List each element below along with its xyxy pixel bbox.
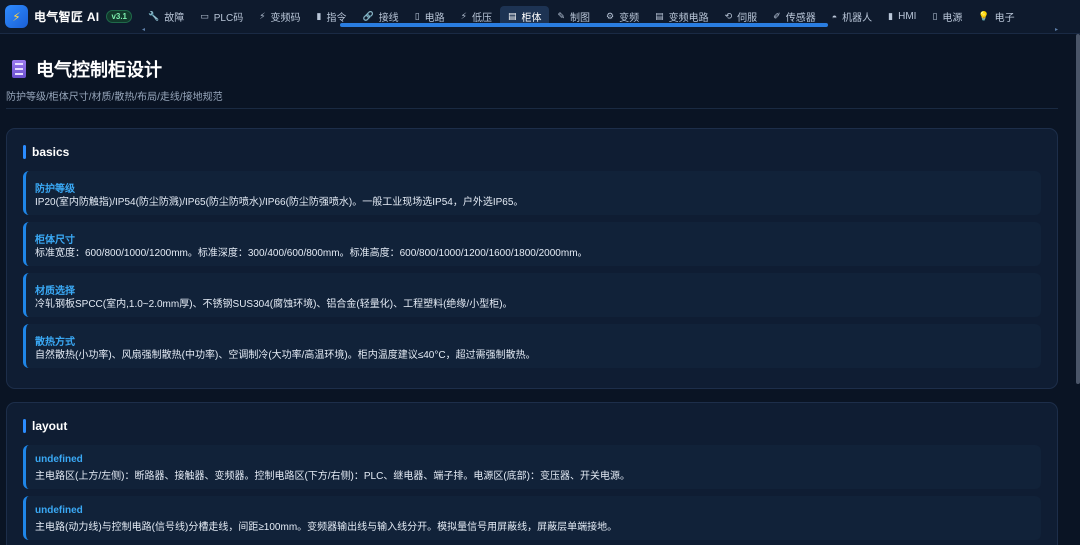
info-card: 材质选择 冷轧钢板SPCC(室内,1.0~2.0mm厚)、不锈钢SUS304(腐… — [23, 273, 1041, 317]
info-card-text: 主电路(动力线)与控制电路(信号线)分槽走线，间距≥100mm。变频器输出线与输… — [35, 522, 618, 533]
document-icon: ▤ — [655, 11, 664, 21]
tab-label: 变频 — [619, 13, 640, 24]
page-header: 电气控制柜设计 防护等级/柜体尺寸/材质/散热/布局/走线/接地规范 — [6, 56, 1058, 103]
section-title: basics — [23, 145, 69, 159]
section-basics: basics 防护等级 IP20(室内防触指)/IP54(防尘防溅)/IP65(… — [6, 128, 1058, 389]
section-name: layout — [32, 419, 68, 433]
info-card: undefined 主电路区(上方/左侧)：断路器、接触器、变频器。控制电路区(… — [23, 445, 1041, 489]
page-scrollbar[interactable] — [1076, 34, 1080, 384]
pencil-icon: ✎ — [557, 11, 566, 21]
tab-wrench[interactable]: 🔧 故障 — [140, 6, 192, 27]
tab-label: 低压 — [471, 13, 492, 24]
info-card: 防护等级 IP20(室内防触指)/IP54(防尘防溅)/IP65(防尘防喷水)/… — [23, 171, 1041, 215]
page-title: 电气控制柜设计 — [36, 60, 162, 80]
tab-label: 电路 — [424, 13, 445, 24]
circuit-icon: ▯ — [414, 11, 420, 21]
sensor-icon: ✐ — [773, 11, 781, 21]
section-accent-bar — [23, 419, 26, 433]
section-title: layout — [23, 419, 67, 433]
command-icon: ▮ — [316, 11, 322, 21]
scroll-right-icon[interactable]: ▸ — [1055, 26, 1058, 33]
tab-bulb[interactable]: 💡 电子 — [970, 6, 1022, 27]
power-icon: ▯ — [932, 11, 938, 21]
section-layout: layout undefined 主电路区(上方/左侧)：断路器、接触器、变频器… — [6, 402, 1058, 545]
tab-label: 电子 — [994, 13, 1015, 24]
low-voltage-icon: ⚡ — [460, 11, 467, 21]
version-badge: v3.1 — [106, 10, 133, 23]
info-card-text: 冷轧钢板SPCC(室内,1.0~2.0mm厚)、不锈钢SUS304(腐蚀环境)、… — [35, 299, 513, 310]
robot-icon: ◓ — [831, 11, 838, 22]
tab-bar: 🔧 故障 ▭ PLC码 ⚡ 变频码 ▮ 指令 🔗 接线 ▯ 电路 ⚡ 低压 ▤ 柜体 ✎ 制图 ⚙ 变频 ▤ 变频电路 ⟲ 伺… — [140, 0, 1080, 34]
link-icon: 🔗 — [362, 11, 374, 21]
info-card: undefined 主电路(动力线)与控制电路(信号线)分槽走线，间距≥100m… — [23, 496, 1041, 540]
page-subtitle: 防护等级/柜体尺寸/材质/散热/布局/走线/接地规范 — [6, 92, 223, 103]
tab-label: 机器人 — [842, 13, 873, 24]
info-card-text: 主电路区(上方/左侧)：断路器、接触器、变频器。控制电路区(下方/右侧)：PLC… — [35, 471, 630, 482]
bolt-icon: ⚡ — [5, 5, 28, 28]
servo-icon: ⟲ — [724, 11, 733, 21]
section-accent-bar — [23, 145, 26, 159]
info-card-text: 自然散热(小功率)、风扇强制散热(中功率)、空调制冷(大功率/高温环境)。柜内温… — [35, 350, 536, 361]
tab-label: 指令 — [326, 13, 347, 24]
cabinet-icon — [12, 60, 26, 78]
header-divider — [6, 108, 1058, 109]
tab-label: 制图 — [570, 13, 591, 24]
cabinet-icon: ▤ — [507, 11, 517, 21]
wrench-icon: 🔧 — [148, 11, 160, 21]
info-card-title: undefined — [35, 505, 83, 516]
tab-label: 柜体 — [521, 13, 542, 24]
info-card-text: 标准宽度：600/800/1000/1200mm。标准深度：300/400/60… — [35, 248, 588, 259]
info-card: 柜体尺寸 标准宽度：600/800/1000/1200mm。标准深度：300/4… — [23, 222, 1041, 266]
bulb-icon: 💡 — [978, 11, 990, 21]
tab-power[interactable]: ▯ 电源 — [924, 6, 970, 27]
section-name: basics — [32, 145, 70, 159]
tab-plc[interactable]: ▭ PLC码 — [192, 6, 251, 27]
top-bar: ⚡ 电气智匠 AI v3.1 🔧 故障 ▭ PLC码 ⚡ 变频码 ▮ 指令 🔗 接线 ▯ 电路 ⚡ 低压 ▤… — [0, 0, 1080, 34]
tab-label: 传感器 — [785, 13, 816, 24]
plc-icon: ▭ — [200, 11, 209, 21]
tab-lightning[interactable]: ⚡ 变频码 — [251, 6, 308, 27]
page-title-row: 电气控制柜设计 — [6, 56, 1058, 82]
tab-label: 变频电路 — [668, 13, 709, 24]
gear-icon: ⚙ — [606, 11, 615, 21]
info-card-title: undefined — [35, 454, 83, 465]
tab-label: HMI — [898, 11, 917, 22]
tab-hmi[interactable]: ▮ HMI — [880, 6, 924, 27]
tab-bar-scrollbar[interactable] — [340, 23, 828, 27]
tab-label: 变频码 — [270, 13, 301, 24]
tab-label: 故障 — [164, 13, 185, 24]
tab-label: 伺服 — [737, 13, 758, 24]
info-card: 散热方式 自然散热(小功率)、风扇强制散热(中功率)、空调制冷(大功率/高温环境… — [23, 324, 1041, 368]
info-card-text: IP20(室内防触指)/IP54(防尘防溅)/IP65(防尘防喷水)/IP66(… — [35, 197, 524, 208]
scroll-left-icon[interactable]: ◂ — [142, 26, 145, 33]
hmi-icon: ▮ — [888, 11, 894, 21]
tab-robot[interactable]: ◓ 机器人 — [824, 6, 880, 27]
app-name: 电气智匠 AI — [34, 10, 100, 24]
tab-label: 电源 — [942, 13, 963, 24]
tab-label: PLC码 — [213, 13, 244, 24]
lightning-icon: ⚡ — [259, 11, 266, 21]
tab-label: 接线 — [378, 13, 399, 24]
brand: ⚡ 电气智匠 AI v3.1 — [0, 5, 140, 28]
